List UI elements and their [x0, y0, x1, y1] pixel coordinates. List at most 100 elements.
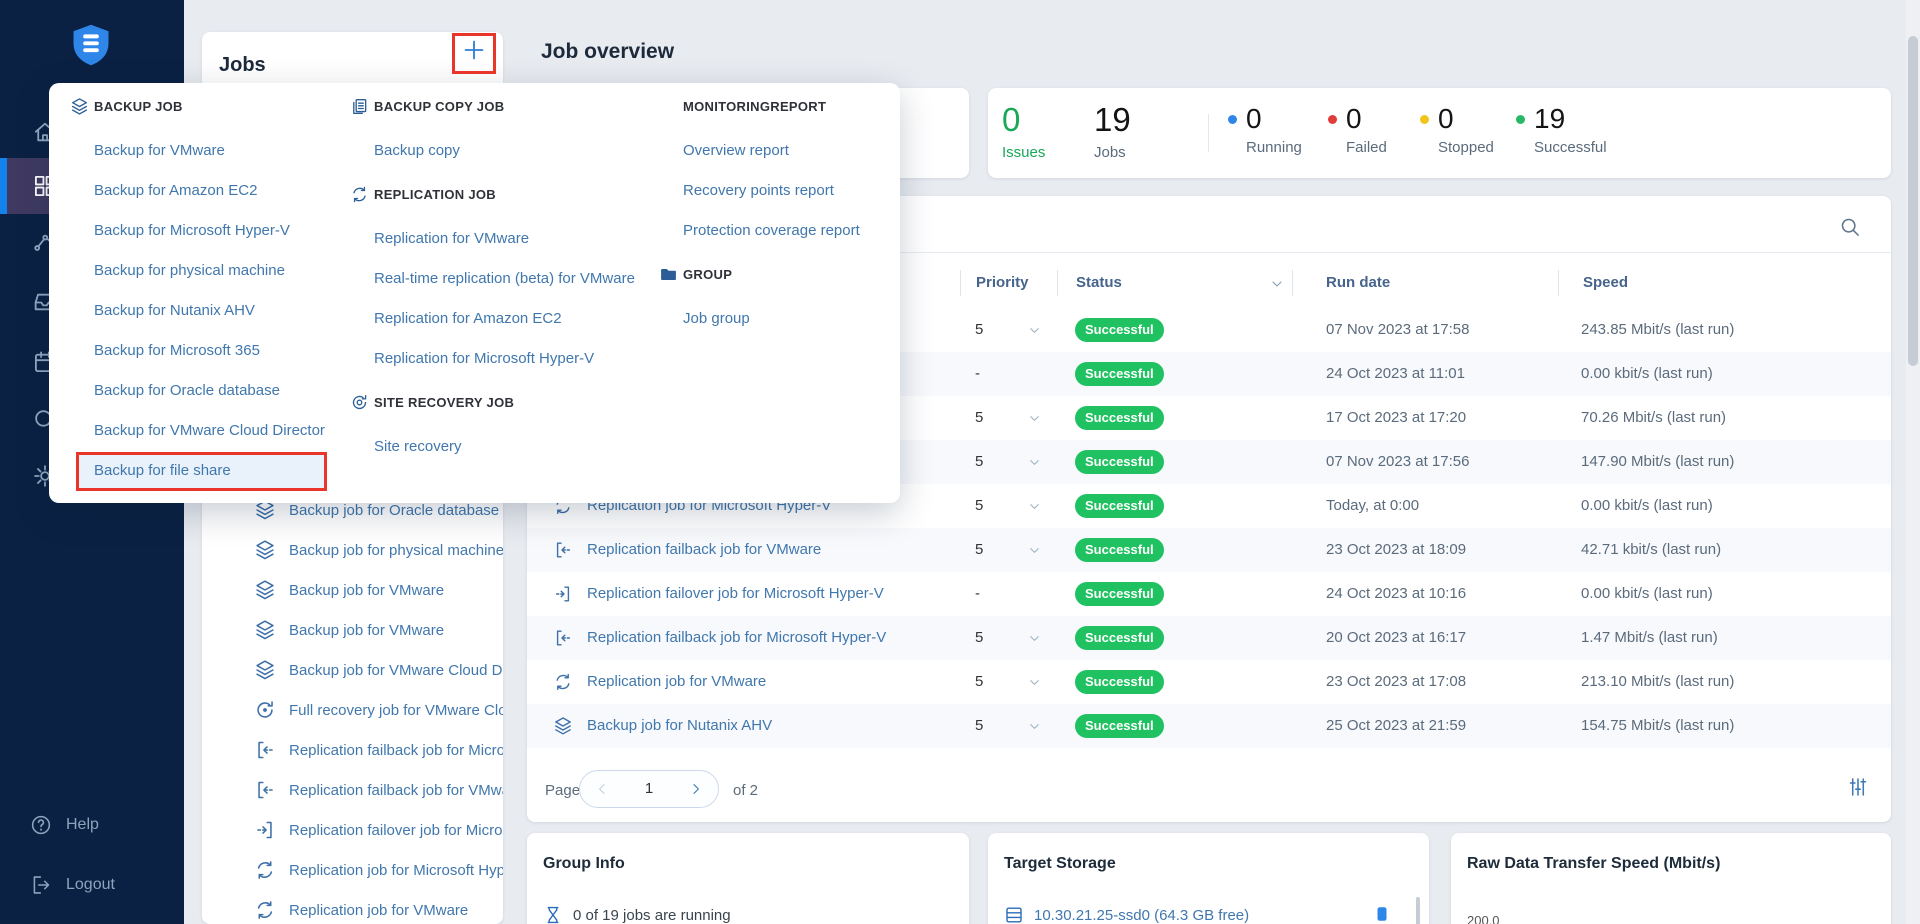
search-icon[interactable] [1839, 216, 1861, 238]
menu-section-header-monitoringreport: MONITORINGREPORT [683, 86, 888, 126]
job-link-replication-job-for-microsoft-hyper[interactable]: Replication job for Microsoft Hyper- [289, 862, 503, 879]
job-list-item[interactable]: Replication job for Microsoft Hyper- [202, 850, 503, 890]
job-link-backup-job-for-vmware[interactable]: Backup job for VMware [289, 622, 503, 639]
table-settings-icon[interactable] [1847, 776, 1869, 798]
menu-item-backup-for-oracle-database[interactable]: Backup for Oracle database [94, 370, 339, 410]
job-list-item[interactable]: Replication job for VMware [202, 890, 503, 924]
priority-chevron-icon[interactable] [1027, 543, 1042, 558]
col-header-run-date[interactable]: Run date [1326, 274, 1390, 291]
priority-chevron-icon[interactable] [1027, 675, 1042, 690]
menu-item-recovery-points-report[interactable]: Recovery points report [683, 170, 888, 210]
menu-item-replication-for-amazon-ec2[interactable]: Replication for Amazon EC2 [374, 298, 666, 338]
table-row[interactable]: Replication job for VMware5Successful23 … [527, 660, 1891, 704]
stat-successful: 19 Successful [1516, 103, 1607, 156]
table-row[interactable]: Replication failback job for Microsoft H… [527, 616, 1891, 660]
priority-chevron-icon[interactable] [1027, 719, 1042, 734]
job-link-full-recovery-job-for-vmware-cloud[interactable]: Full recovery job for VMware Cloud [289, 702, 503, 719]
priority-chevron-icon[interactable] [1027, 323, 1042, 338]
menu-item-backup-for-physical-machine[interactable]: Backup for physical machine [94, 250, 339, 290]
job-link-backup-job-for-nutanix-ahv[interactable]: Backup job for Nutanix AHV [587, 717, 772, 734]
scrollbar-thumb[interactable] [1908, 36, 1918, 366]
next-page-button[interactable] [688, 781, 704, 797]
status-badge: Successful [1075, 582, 1164, 606]
status-filter-chevron-icon[interactable] [1269, 276, 1285, 292]
job-link-backup-job-for-vmware-cloud-direc[interactable]: Backup job for VMware Cloud Direc [289, 662, 503, 679]
menu-item-backup-for-microsoft-hyper-v[interactable]: Backup for Microsoft Hyper-V [94, 210, 339, 250]
job-list-item[interactable]: Backup job for VMware [202, 610, 503, 650]
stat-label: Successful [1516, 139, 1607, 156]
job-list-item[interactable]: Replication failover job for Microsof [202, 810, 503, 850]
job-link-backup-job-for-vmware[interactable]: Backup job for VMware [289, 582, 503, 599]
speed-value: 154.75 Mbit/s (last run) [1581, 717, 1734, 734]
menu-section-header-group: GROUP [683, 254, 888, 294]
menu-item-backup-for-microsoft-365[interactable]: Backup for Microsoft 365 [94, 330, 339, 370]
menu-item-replication-for-vmware[interactable]: Replication for VMware [374, 218, 666, 258]
status-dot-failed [1328, 115, 1337, 124]
logout-button[interactable]: Logout [30, 874, 115, 896]
backup-icon [254, 659, 276, 681]
menu-item-overview-report[interactable]: Overview report [683, 130, 888, 170]
menu-item-backup-for-file-share[interactable]: Backup for file share [94, 450, 339, 490]
job-link-replication-failover-job-for-microsof[interactable]: Replication failover job for Microsof [289, 822, 503, 839]
job-list-item[interactable]: Full recovery job for VMware Cloud [202, 690, 503, 730]
help-button[interactable]: Help [30, 814, 99, 836]
job-link-backup-job-for-oracle-database[interactable]: Backup job for Oracle database [289, 502, 503, 519]
menu-item-backup-for-vmware-cloud-director[interactable]: Backup for VMware Cloud Director [94, 410, 339, 450]
speed-value: 70.26 Mbit/s (last run) [1581, 409, 1726, 426]
job-link-replication-failback-job-for-microso[interactable]: Replication failback job for Microso [289, 742, 503, 759]
priority-chevron-icon[interactable] [1027, 455, 1042, 470]
menu-item-backup-for-amazon-ec2[interactable]: Backup for Amazon EC2 [94, 170, 339, 210]
stat-value: 0 [1246, 103, 1262, 135]
storage-link[interactable]: 10.30.21.25-ssd0 (64.3 GB free) [1034, 907, 1249, 924]
create-job-menu: BACKUP JOBBackup for VMwareBackup for Am… [49, 83, 900, 503]
job-list-item[interactable]: Backup job for VMware [202, 570, 503, 610]
run-date: 24 Oct 2023 at 10:16 [1326, 585, 1466, 602]
menu-column-0: BACKUP JOBBackup for VMwareBackup for Am… [94, 86, 339, 490]
menu-item-real-time-replication-beta-for-vmware[interactable]: Real-time replication (beta) for VMware [374, 258, 666, 298]
menu-item-backup-copy[interactable]: Backup copy [374, 130, 666, 170]
job-link-replication-failback-job-for-microsoft-hyper-v[interactable]: Replication failback job for Microsoft H… [587, 629, 886, 646]
table-row[interactable]: Backup job for Nutanix AHV5Successful25 … [527, 704, 1891, 748]
card-scrollbar[interactable] [1416, 897, 1420, 924]
priority-value: - [975, 365, 980, 382]
job-list-item[interactable]: Backup job for physical machine [202, 530, 503, 570]
col-header-priority[interactable]: Priority [976, 274, 1029, 291]
job-link-replication-failover-job-for-microsoft-hyper-v[interactable]: Replication failover job for Microsoft H… [587, 585, 884, 602]
raw-speed-card: Raw Data Transfer Speed (Mbit/s) 200.0 [1451, 833, 1891, 924]
target-storage-title: Target Storage [1004, 855, 1116, 873]
job-link-backup-job-for-physical-machine[interactable]: Backup job for physical machine [289, 542, 503, 559]
col-header-speed[interactable]: Speed [1583, 274, 1628, 291]
job-list-item[interactable]: Replication failback job for Microso [202, 730, 503, 770]
logout-label: Logout [66, 876, 115, 894]
menu-item-backup-for-vmware[interactable]: Backup for VMware [94, 130, 339, 170]
menu-item-job-group[interactable]: Job group [683, 298, 888, 338]
job-link-replication-failback-job-for-vmware[interactable]: Replication failback job for VMware [289, 782, 503, 799]
priority-chevron-icon[interactable] [1027, 499, 1042, 514]
menu-item-replication-for-microsoft-hyper-v[interactable]: Replication for Microsoft Hyper-V [374, 338, 666, 378]
menu-item-protection-coverage-report[interactable]: Protection coverage report [683, 210, 888, 250]
job-list-item[interactable]: Replication failback job for VMware [202, 770, 503, 810]
replication-icon [254, 859, 276, 881]
priority-chevron-icon[interactable] [1027, 411, 1042, 426]
menu-item-backup-for-nutanix-ahv[interactable]: Backup for Nutanix AHV [94, 290, 339, 330]
table-row[interactable]: Replication failback job for VMware5Succ… [527, 528, 1891, 572]
job-list-item[interactable]: Backup job for VMware Cloud Direc [202, 650, 503, 690]
col-header-status[interactable]: Status [1076, 274, 1122, 291]
menu-column-1: BACKUP COPY JOBBackup copyREPLICATION JO… [374, 86, 666, 466]
column-divider [1558, 270, 1559, 296]
add-job-button[interactable] [455, 37, 493, 69]
job-link-replication-failback-job-for-vmware[interactable]: Replication failback job for VMware [587, 541, 821, 558]
stat-value: 0 [1438, 103, 1454, 135]
window-scrollbar[interactable] [1906, 0, 1920, 924]
job-link-replication-job-for-vmware[interactable]: Replication job for VMware [289, 902, 503, 919]
table-row[interactable]: Replication failover job for Microsoft H… [527, 572, 1891, 616]
failover-icon [254, 819, 276, 841]
site-recovery-icon [350, 393, 369, 412]
menu-item-site-recovery[interactable]: Site recovery [374, 426, 666, 466]
priority-value: - [975, 585, 980, 602]
plus-icon [461, 37, 487, 63]
stat-value: 19 [1534, 103, 1565, 135]
priority-value: 5 [975, 409, 983, 426]
priority-chevron-icon[interactable] [1027, 631, 1042, 646]
job-link-replication-job-for-vmware[interactable]: Replication job for VMware [587, 673, 766, 690]
